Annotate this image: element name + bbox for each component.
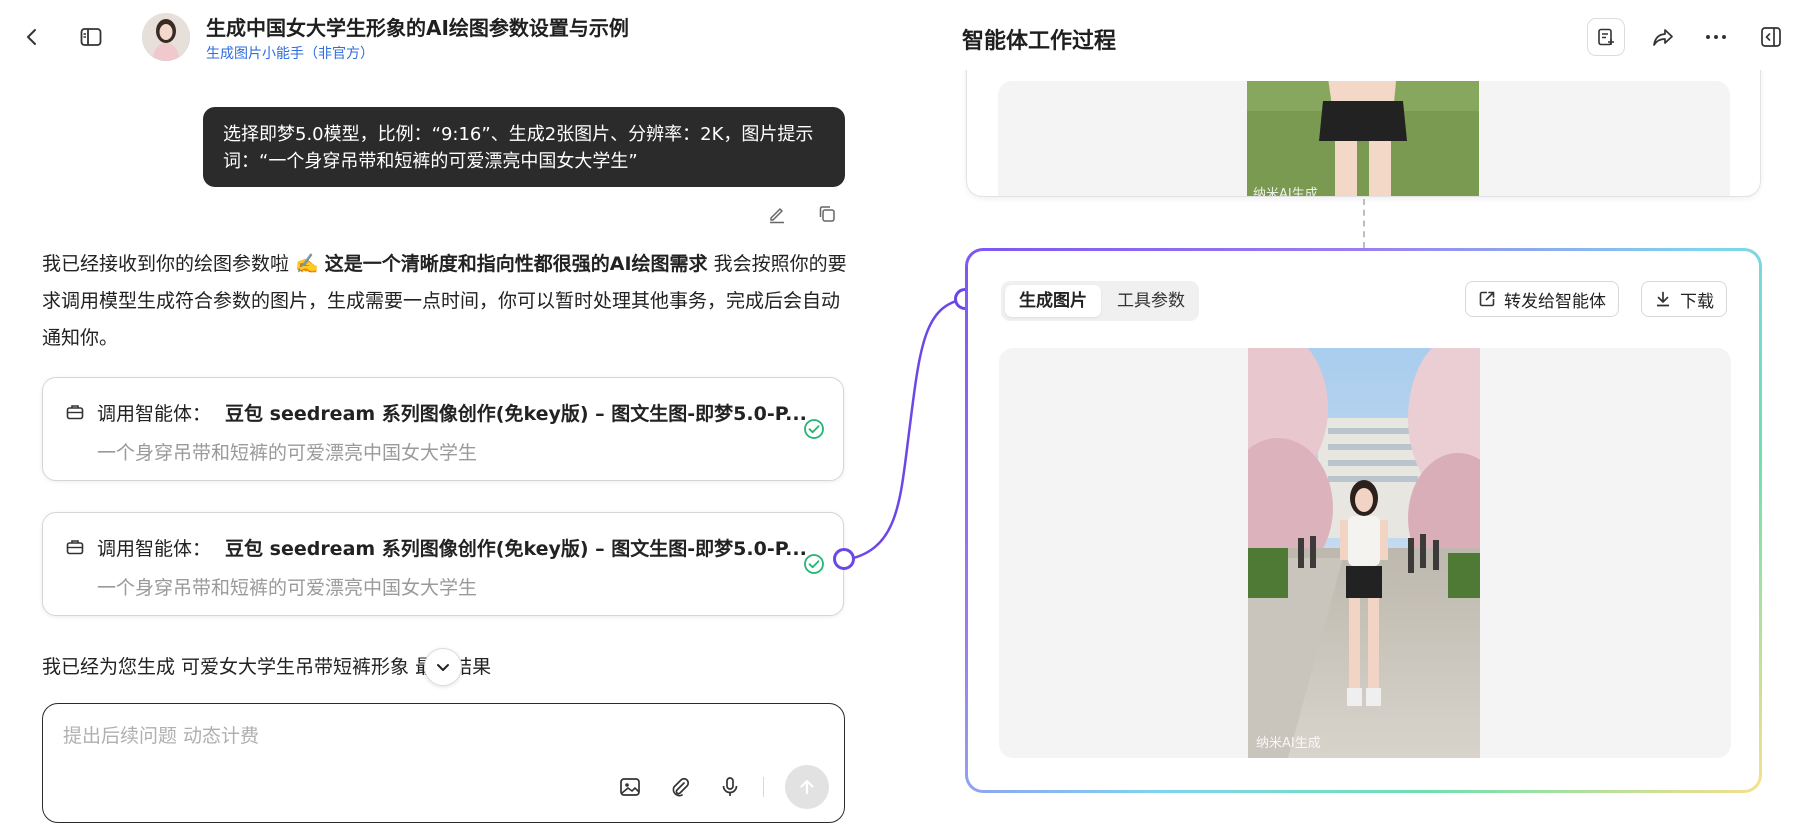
back-button[interactable] <box>16 21 48 53</box>
scroll-down-button[interactable] <box>424 648 462 686</box>
composer-input[interactable] <box>61 724 765 748</box>
tool-call-prompt: 一个身穿吊带和短裤的可爱漂亮中国女大学生 <box>97 577 478 599</box>
add-note-button[interactable] <box>1587 18 1625 56</box>
generated-image-frame: 纳米AI生成 <box>999 348 1731 758</box>
chevron-down-icon <box>437 664 449 671</box>
chevron-left-icon <box>27 29 36 45</box>
collapse-panel-icon <box>1761 27 1781 47</box>
voice-input-button[interactable] <box>714 771 746 803</box>
forward-label: 转发给智能体 <box>1504 291 1606 312</box>
generated-image[interactable]: 纳米AI生成 <box>1248 348 1480 758</box>
assistant-intro: 我已经接收到你的绘图参数啦 ✍️ <box>42 253 325 275</box>
tool-call-title: 调用智能体： 豆包 seedream 系列图像创作(免key版) – 图文生图-即… <box>97 534 807 561</box>
previous-image-frame: 纳米AI生成 <box>998 81 1730 197</box>
watermark: 纳米AI生成 <box>1256 736 1321 751</box>
send-button[interactable] <box>785 765 829 809</box>
tool-call-prefix: 调用智能体： <box>97 403 212 425</box>
external-link-icon <box>1479 291 1495 307</box>
collapse-panel-button[interactable] <box>1755 21 1787 53</box>
tool-call-prefix: 调用智能体： <box>97 538 212 560</box>
download-icon <box>1657 291 1669 307</box>
tool-call-title: 调用智能体： 豆包 seedream 系列图像创作(免key版) – 图文生图-即… <box>97 399 807 426</box>
agent-name-link[interactable]: 生成图片小能手（非官方） <box>206 43 374 63</box>
more-options-button[interactable] <box>1700 21 1732 53</box>
conversation-title: 生成中国女大学生形象的AI绘图参数设置与示例 <box>206 16 629 40</box>
briefcase-icon <box>66 540 84 555</box>
watermark: 纳米AI生成 <box>1253 187 1318 197</box>
message-composer[interactable] <box>42 703 845 823</box>
flow-connector-dashed <box>1363 199 1365 248</box>
agent-avatar[interactable] <box>142 13 190 61</box>
current-result-card: 生成图片 工具参数 转发给智能体 下载 纳米AI生成 <box>965 248 1762 793</box>
result-tab-bar: 生成图片 工具参数 <box>1001 281 1199 321</box>
generated-image-art <box>1248 348 1480 758</box>
assistant-emphasis: 这是一个清晰度和指向性都很强的AI绘图需求 <box>324 253 708 275</box>
tool-call-card[interactable]: 调用智能体： 豆包 seedream 系列图像创作(免key版) – 图文生图-即… <box>42 512 844 616</box>
connector-node-start <box>833 548 855 570</box>
tool-call-card[interactable]: 调用智能体： 豆包 seedream 系列图像创作(免key版) – 图文生图-即… <box>42 377 844 481</box>
image-upload-button[interactable] <box>614 771 646 803</box>
tab-generated-image[interactable]: 生成图片 <box>1005 285 1101 317</box>
attach-file-button[interactable] <box>664 771 696 803</box>
panel-title: 智能体工作过程 <box>962 29 1117 54</box>
arrow-up-icon <box>800 779 814 795</box>
paperclip-icon <box>672 777 690 797</box>
download-label: 下载 <box>1680 291 1714 312</box>
briefcase-icon <box>66 405 84 420</box>
share-icon <box>1653 29 1673 46</box>
sidebar-toggle-icon <box>80 28 102 46</box>
tool-call-prompt: 一个身穿吊带和短裤的可爱漂亮中国女大学生 <box>97 442 478 464</box>
composer-divider <box>763 777 764 797</box>
tab-tool-params[interactable]: 工具参数 <box>1109 285 1193 317</box>
forward-to-agent-button[interactable]: 转发给智能体 <box>1465 281 1619 317</box>
user-message-bubble: 选择即梦5.0模型，比例：“9:16”、生成2张图片、分辨率：2K，图片提示词：… <box>203 107 845 187</box>
note-add-icon <box>1598 28 1614 46</box>
download-button[interactable]: 下载 <box>1641 281 1727 317</box>
check-circle-icon <box>804 419 824 439</box>
previous-image-art <box>1247 81 1479 196</box>
avatar-image <box>142 13 190 61</box>
edit-message-button[interactable] <box>761 198 793 230</box>
check-circle-icon <box>804 554 824 574</box>
previous-generated-image[interactable]: 纳米AI生成 <box>1247 81 1479 197</box>
copy-icon <box>819 206 835 222</box>
assistant-message: 我已经接收到你的绘图参数啦 ✍️ 这是一个清晰度和指向性都很强的AI绘图需求 我… <box>42 246 848 357</box>
tool-call-name: 豆包 seedream 系列图像创作(免key版) – 图文生图-即梦5.0-P… <box>225 403 807 425</box>
sidebar-toggle-button[interactable] <box>75 21 107 53</box>
image-icon <box>620 778 640 796</box>
microphone-icon <box>722 777 738 796</box>
copy-message-button[interactable] <box>811 198 843 230</box>
tool-call-name: 豆包 seedream 系列图像创作(免key版) – 图文生图-即梦5.0-P… <box>225 538 807 560</box>
more-horizontal-icon <box>1706 35 1726 39</box>
pencil-icon <box>770 208 784 224</box>
share-button[interactable] <box>1647 21 1679 53</box>
